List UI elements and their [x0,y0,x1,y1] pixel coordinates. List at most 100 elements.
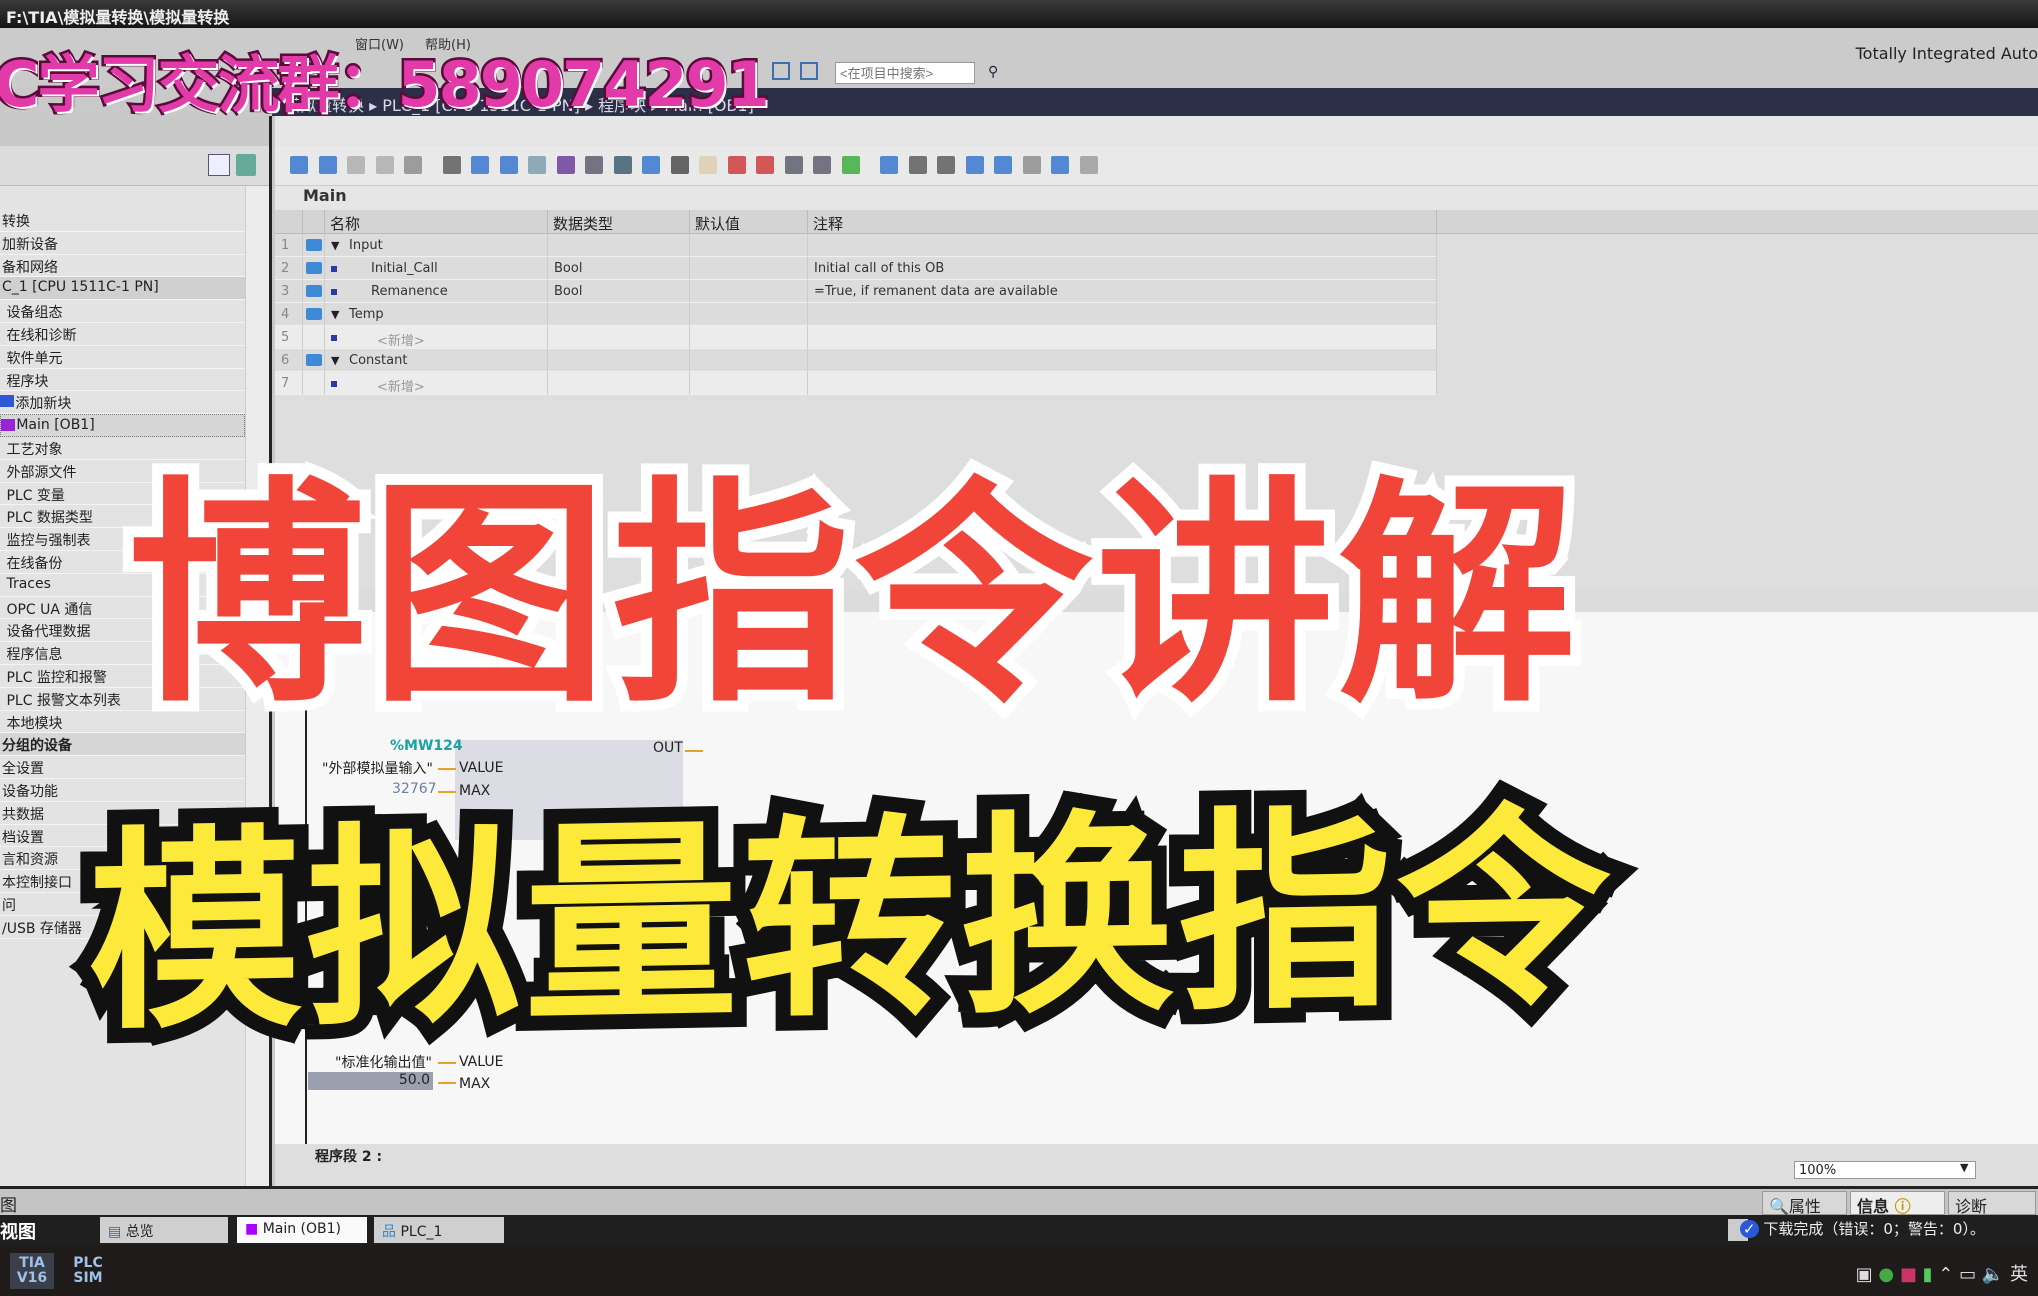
tab-properties[interactable]: 🔍属性 [1762,1191,1847,1216]
tree-item[interactable]: C_1 [CPU 1511C-1 PN] [0,277,245,301]
insert-network-icon[interactable] [290,156,308,174]
expand-triangle-icon[interactable]: ▼ [331,354,339,367]
split-horizontal-icon[interactable] [772,62,790,80]
row-number[interactable]: 2 [275,257,303,280]
row-comment[interactable] [808,234,1437,257]
search-icon[interactable] [1022,156,1041,174]
add-row-icon[interactable] [375,156,394,174]
update-icon[interactable] [236,154,256,176]
network-2-title[interactable]: 程序段 2 : [315,1146,382,1166]
tree-item[interactable]: 设备组态 [0,300,245,323]
row-default[interactable] [690,326,808,349]
norm-x-max-value[interactable]: 32767 [392,781,437,797]
row-default[interactable] [690,257,808,280]
column-default[interactable]: 默认值 [690,210,808,234]
row-comment[interactable] [808,303,1437,326]
row-name[interactable]: <新增> [325,372,548,395]
comment-icon[interactable] [528,156,546,174]
box-icon[interactable] [585,156,603,174]
undo-icon[interactable] [965,156,984,174]
insert-row-icon[interactable] [347,156,365,174]
expand-triangle-icon[interactable]: ▼ [331,239,339,252]
tree-item[interactable]: 分组的设备 [0,733,245,757]
norm-x-value-tag[interactable]: "外部模拟量输入" [322,758,433,778]
prev-error-icon[interactable] [880,156,898,174]
row-datatype[interactable]: Bool [548,280,690,303]
row-number[interactable]: 3 [275,280,303,303]
plcsim-app[interactable]: PLC SIM [66,1253,110,1289]
row-icon-cell[interactable] [303,257,325,280]
search-project-icon[interactable]: ⚲ [988,64,998,80]
row-default[interactable] [690,234,808,257]
go-online-icon[interactable] [727,156,746,174]
delete-network-icon[interactable] [318,156,337,174]
monitor-icon[interactable] [784,156,803,174]
outdent-icon[interactable] [937,156,955,174]
row-name[interactable]: Initial_Call [325,257,548,280]
row-comment[interactable] [808,349,1437,372]
row-name[interactable]: <新增> [325,326,548,349]
row-default[interactable] [690,280,808,303]
io-icon[interactable] [613,156,632,174]
absolute-operand-icon[interactable] [404,156,422,174]
row-icon-cell[interactable] [303,303,325,326]
network-icon[interactable] [642,156,660,174]
row-comment[interactable] [808,372,1437,395]
tab-plc1[interactable]: 品 PLC_1 [374,1217,504,1243]
tab-overview[interactable]: ▤ 总览 [100,1217,228,1243]
glasses-icon[interactable] [1051,156,1069,174]
tree-item[interactable]: 软件单元 [0,346,245,369]
expand-triangle-icon[interactable]: ▼ [331,308,339,321]
tia-v16-app[interactable]: TIA V16 [10,1253,54,1289]
tab-diagnostics[interactable]: 诊断 [1948,1191,2036,1216]
tree-item[interactable]: 全设置 [0,756,245,779]
tab-info[interactable]: 信息 ⓘ [1850,1191,1945,1216]
zoom-select[interactable]: 100% [1794,1161,1976,1179]
row-icon-cell[interactable] [303,349,325,372]
favorite-icon[interactable] [556,156,575,174]
list-icon[interactable] [442,156,461,174]
tree-item[interactable]: 转换 [0,209,245,232]
portal-view-button[interactable]: 视图 [0,1218,36,1244]
row-number[interactable]: 6 [275,349,303,372]
row-default[interactable] [690,349,808,372]
row-number[interactable]: 4 [275,303,303,326]
row-name[interactable]: Remanence [325,280,548,303]
row-datatype[interactable] [548,372,690,395]
collapse-icon[interactable] [499,156,518,174]
scale-x-value-tag[interactable]: "标准化输出值" [335,1052,432,1072]
column-name[interactable]: 名称 [325,210,548,234]
lock-icon[interactable] [1079,156,1098,174]
row-datatype[interactable]: Bool [548,257,690,280]
download-icon[interactable] [841,156,860,174]
row-datatype[interactable] [548,234,690,257]
table-view-icon[interactable] [208,154,230,176]
row-comment[interactable]: =True, if remanent data are available [808,280,1437,303]
indent-icon[interactable] [908,156,927,174]
row-name[interactable]: ▼ Constant [325,349,548,372]
split-vertical-icon[interactable] [800,62,818,80]
scale-x-max-value[interactable]: 50.0 [308,1072,433,1090]
ime-indicator[interactable]: 英 [2010,1264,2028,1285]
row-comment[interactable] [808,326,1437,349]
row-default[interactable] [690,372,808,395]
project-search-input[interactable] [835,62,975,84]
column-datatype[interactable]: 数据类型 [548,210,690,234]
row-number[interactable]: 1 [275,234,303,257]
row-icon-cell[interactable] [303,280,325,303]
row-number[interactable]: 7 [275,372,303,395]
go-offline-icon[interactable] [756,156,774,174]
bool-icon[interactable] [670,156,689,174]
tab-main-ob1[interactable]: ■ Main (OB1) [237,1217,367,1243]
tree-item[interactable]: 工艺对象 [0,437,245,460]
tree-item[interactable]: Main [OB1] [0,414,245,437]
expand-icon[interactable] [471,156,489,174]
detail-view-label[interactable]: 图 [0,1191,17,1216]
tree-item[interactable]: 程序块 [0,369,245,392]
row-icon-cell[interactable] [303,326,325,349]
tree-item[interactable]: 备和网络 [0,255,245,278]
row-name[interactable]: ▼ Temp [325,303,548,326]
row-default[interactable] [690,303,808,326]
row-datatype[interactable] [548,303,690,326]
chevron-down-icon[interactable]: ▼ [1960,1161,1968,1174]
